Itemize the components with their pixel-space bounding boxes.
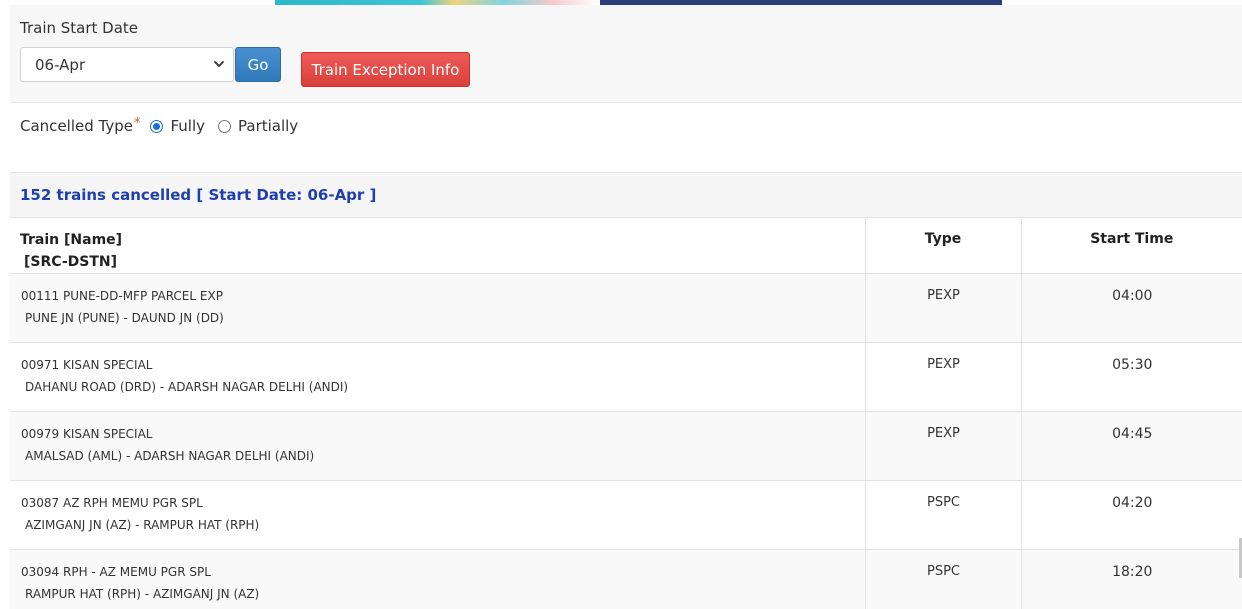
- chevron-down-icon: [214, 61, 224, 67]
- train-name: 00979 KISAN SPECIAL: [21, 427, 153, 441]
- train-name: 00971 KISAN SPECIAL: [21, 358, 153, 372]
- train-type: PEXP: [865, 273, 1022, 343]
- column-header-train-route: [SRC-DSTN]: [24, 254, 118, 270]
- column-header-type: Type: [865, 218, 1022, 274]
- train-type: PEXP: [865, 342, 1022, 412]
- train-name: 00111 PUNE-DD-MFP PARCEL EXP: [21, 289, 223, 303]
- train-route: AMALSAD (AML) - ADARSH NAGAR DELHI (ANDI…: [25, 449, 315, 463]
- train-cell: 00111 PUNE-DD-MFP PARCEL EXP PUNE JN (PU…: [10, 273, 866, 343]
- train-name: 03087 AZ RPH MEMU PGR SPL: [21, 496, 203, 510]
- table-row: 03087 AZ RPH MEMU PGR SPL AZIMGANJ JN (A…: [10, 480, 1242, 550]
- train-start-time: 04:45: [1021, 411, 1242, 481]
- table-row: 00971 KISAN SPECIAL DAHANU ROAD (DRD) - …: [10, 342, 1242, 412]
- table-row: 03094 RPH - AZ MEMU PGR SPL RAMPUR HAT (…: [10, 549, 1242, 609]
- train-route: RAMPUR HAT (RPH) - AZIMGANJ JN (AZ): [25, 587, 260, 601]
- cancelled-type-row: Cancelled Type * Fully Partially: [20, 115, 298, 137]
- go-button[interactable]: Go: [235, 47, 281, 82]
- train-start-time: 04:20: [1021, 480, 1242, 550]
- start-date-select-value: 06-Apr: [35, 55, 86, 74]
- train-cell: 03094 RPH - AZ MEMU PGR SPL RAMPUR HAT (…: [10, 549, 866, 609]
- train-route: DAHANU ROAD (DRD) - ADARSH NAGAR DELHI (…: [25, 380, 349, 394]
- column-header-train: Train [Name] [SRC-DSTN]: [10, 218, 866, 274]
- required-mark: *: [133, 115, 141, 131]
- train-start-date-label: Train Start Date: [20, 19, 139, 37]
- train-start-time: 04:00: [1021, 273, 1242, 343]
- start-date-select[interactable]: 06-Apr: [20, 47, 234, 82]
- cancelled-summary: 152 trains cancelled [ Start Date: 06-Ap…: [10, 173, 1242, 218]
- table-row: 00979 KISAN SPECIAL AMALSAD (AML) - ADAR…: [10, 411, 1242, 481]
- train-type: PSPC: [865, 549, 1022, 609]
- table-header-row: Train [Name] [SRC-DSTN] Type Start Time: [10, 218, 1242, 274]
- partially-radio-label[interactable]: Partially: [238, 117, 298, 135]
- cancelled-trains-table: Train [Name] [SRC-DSTN] Type Start Time …: [10, 218, 1242, 609]
- partially-radio[interactable]: [218, 119, 231, 133]
- table-row: 00111 PUNE-DD-MFP PARCEL EXP PUNE JN (PU…: [10, 273, 1242, 343]
- train-exception-info-button[interactable]: Train Exception Info: [301, 52, 470, 87]
- filter-panel: Train Start Date 06-Apr Go Train Excepti…: [10, 5, 1242, 103]
- train-route: PUNE JN (PUNE) - DAUND JN (DD): [25, 311, 224, 325]
- train-start-time: 18:20: [1021, 549, 1242, 609]
- train-start-time: 05:30: [1021, 342, 1242, 412]
- fully-radio-label[interactable]: Fully: [170, 117, 205, 135]
- train-type: PSPC: [865, 480, 1022, 550]
- cancelled-type-label: Cancelled Type: [20, 117, 133, 135]
- fully-radio[interactable]: [150, 119, 164, 133]
- train-route: AZIMGANJ JN (AZ) - RAMPUR HAT (RPH): [25, 518, 260, 532]
- train-cell: 00971 KISAN SPECIAL DAHANU ROAD (DRD) - …: [10, 342, 866, 412]
- train-cell: 03087 AZ RPH MEMU PGR SPL AZIMGANJ JN (A…: [10, 480, 866, 550]
- column-header-train-name: Train [Name]: [20, 232, 123, 248]
- column-header-start-time: Start Time: [1021, 218, 1242, 274]
- cancelled-trains-results: 152 trains cancelled [ Start Date: 06-Ap…: [10, 172, 1242, 609]
- train-type: PEXP: [865, 411, 1022, 481]
- page: Train Start Date 06-Apr Go Train Excepti…: [0, 0, 1242, 609]
- train-cell: 00979 KISAN SPECIAL AMALSAD (AML) - ADAR…: [10, 411, 866, 481]
- train-name: 03094 RPH - AZ MEMU PGR SPL: [21, 565, 211, 579]
